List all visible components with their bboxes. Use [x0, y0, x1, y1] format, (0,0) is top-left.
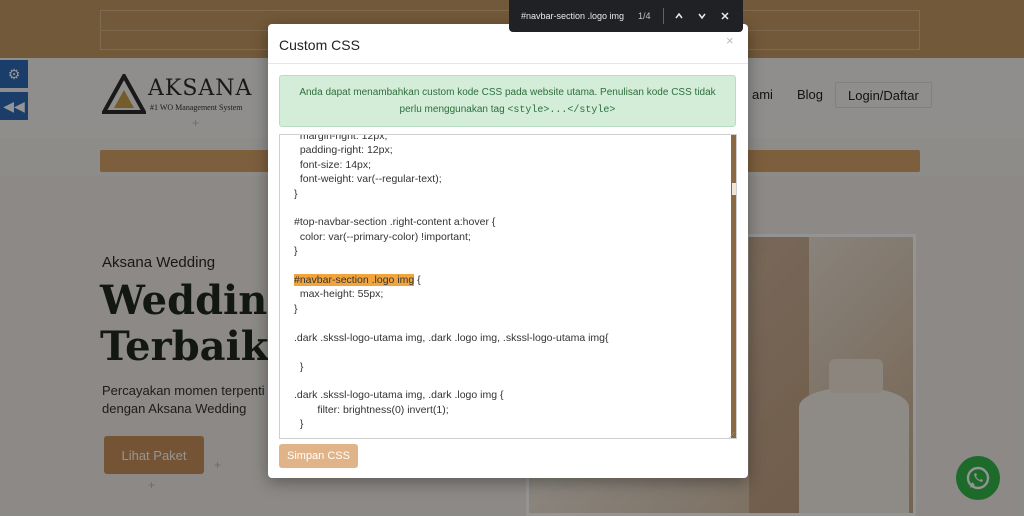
code-line[interactable]: [294, 316, 609, 330]
find-input[interactable]: #navbar-section .logo img: [521, 11, 624, 21]
code-line[interactable]: color: var(--primary-color) !important;: [294, 230, 609, 244]
code-line[interactable]: [294, 374, 609, 388]
code-line[interactable]: .dark .skssl-logo-utama img, .dark .logo…: [294, 388, 609, 402]
code-line[interactable]: }: [294, 302, 609, 316]
code-line[interactable]: .dark .skssl-logo-utama img, .dark .logo…: [294, 331, 609, 345]
find-next-button[interactable]: [693, 7, 711, 25]
chevron-down-icon: [698, 13, 706, 20]
find-highlight: #navbar-section .logo img: [294, 274, 415, 287]
code-line[interactable]: padding-right: 12px;: [294, 143, 609, 157]
chevron-up-icon: [675, 12, 683, 19]
alert-code: <style>...</style>: [507, 105, 616, 116]
editor-scroll-thumb[interactable]: [732, 183, 736, 195]
modal-title: Custom CSS: [279, 37, 360, 53]
code-line[interactable]: }: [294, 360, 609, 374]
code-line[interactable]: font-weight: var(--regular-text);: [294, 172, 609, 186]
code-line[interactable]: #navbar-section .logo img {: [294, 273, 609, 287]
code-line[interactable]: [294, 345, 609, 359]
code-line[interactable]: [294, 201, 609, 215]
code-line[interactable]: margin-right: 12px;: [294, 135, 609, 143]
find-close-button[interactable]: [716, 7, 734, 25]
find-match-count: 1/4: [638, 11, 651, 21]
info-alert: Anda dapat menambahkan custom kode CSS p…: [279, 75, 736, 127]
resize-handle-icon[interactable]: ⟋: [729, 431, 735, 438]
css-code-editor[interactable]: margin-right: 12px; padding-right: 12px;…: [279, 134, 737, 439]
code-content[interactable]: margin-right: 12px; padding-right: 12px;…: [294, 135, 609, 432]
editor-scrollbar[interactable]: [731, 135, 736, 438]
custom-css-modal: Custom CSS × Anda dapat menambahkan cust…: [268, 24, 748, 478]
code-line[interactable]: [294, 259, 609, 273]
code-line[interactable]: }: [294, 244, 609, 258]
find-divider: [663, 8, 664, 24]
code-line[interactable]: font-size: 14px;: [294, 158, 609, 172]
code-line[interactable]: }: [294, 417, 609, 431]
find-in-page-bar: #navbar-section .logo img 1/4: [509, 0, 743, 32]
close-icon: [721, 12, 729, 20]
code-line[interactable]: max-height: 55px;: [294, 287, 609, 301]
simpan-css-button[interactable]: Simpan CSS: [279, 444, 358, 468]
code-line[interactable]: #top-navbar-section .right-content a:hov…: [294, 215, 609, 229]
close-icon[interactable]: ×: [726, 33, 734, 48]
find-previous-button[interactable]: [670, 7, 688, 25]
code-line[interactable]: }: [294, 187, 609, 201]
code-line[interactable]: filter: brightness(0) invert(1);: [294, 403, 609, 417]
